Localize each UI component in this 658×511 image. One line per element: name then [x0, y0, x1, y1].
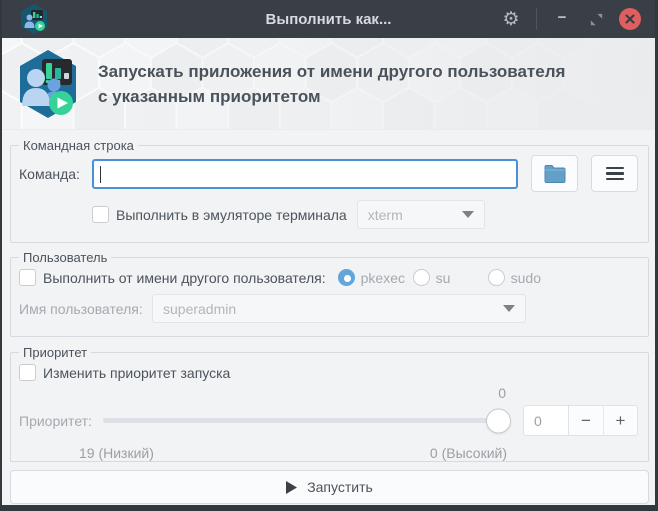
- maximize-icon: [590, 13, 602, 25]
- app-icon-large: [20, 50, 76, 118]
- terminal-emulator-select[interactable]: xterm: [356, 200, 485, 229]
- username-value: superadmin: [163, 300, 237, 317]
- titlebar: Выполнить как... ⚙ −: [2, 0, 655, 38]
- command-group-legend: Командная строка: [23, 138, 134, 153]
- priority-slider[interactable]: 0: [103, 385, 511, 436]
- priority-high-label: 0 (Высокий): [429, 445, 507, 461]
- maximize-button[interactable]: [583, 6, 609, 32]
- window-controls: ⚙ −: [498, 6, 655, 32]
- browse-file-button[interactable]: [531, 155, 578, 192]
- spin-decrement-button[interactable]: −: [569, 406, 603, 435]
- minimize-icon: −: [557, 8, 567, 26]
- run-as-checkbox[interactable]: [19, 269, 36, 286]
- priority-spin-value[interactable]: 0: [523, 405, 569, 436]
- command-label: Команда:: [19, 165, 80, 182]
- spin-increment-button[interactable]: +: [603, 406, 637, 435]
- radio-su-circle: [412, 269, 430, 286]
- dialog-content: Командная строка Команда: Выполнить в эм…: [2, 138, 655, 504]
- radio-pkexec[interactable]: pkexec: [337, 269, 413, 286]
- dialog-description-line2: с указанным приоритетом: [98, 87, 321, 106]
- play-icon: [286, 480, 298, 494]
- change-priority-checkbox[interactable]: [19, 364, 36, 381]
- close-button[interactable]: [617, 6, 643, 32]
- titlebar-separator: [536, 8, 537, 30]
- run-button[interactable]: Запустить: [10, 470, 649, 504]
- hamburger-icon: [605, 166, 624, 181]
- close-icon: [619, 8, 641, 30]
- auth-method-radio-group: pkexec su sudo: [337, 269, 563, 286]
- dialog-description: Запускать приложения от имени другого по…: [98, 59, 565, 110]
- dialog-description-line1: Запускать приложения от имени другого по…: [98, 61, 566, 81]
- radio-su[interactable]: su: [412, 269, 488, 286]
- priority-low-label: 19 (Низкий): [79, 445, 154, 461]
- priority-range-labels: 19 (Низкий) 0 (Высокий): [19, 445, 638, 461]
- user-group-legend: Пользователь: [23, 250, 108, 265]
- menu-button[interactable]: [591, 155, 638, 192]
- slider-track[interactable]: [103, 418, 510, 423]
- radio-sudo[interactable]: sudo: [487, 269, 563, 286]
- username-label: Имя пользователя:: [19, 300, 143, 317]
- priority-label: Приоритет:: [19, 412, 92, 429]
- header-banner: Запускать приложения от имени другого по…: [2, 38, 655, 130]
- run-as-dialog: Выполнить как... ⚙ − Запускать приложени…: [0, 0, 658, 511]
- settings-button[interactable]: ⚙: [498, 6, 524, 32]
- terminal-emulator-value: xterm: [367, 206, 403, 223]
- priority-group-legend: Приоритет: [23, 345, 88, 360]
- radio-sudo-circle: [487, 269, 505, 286]
- user-group: Пользователь Выполнить от имени другого …: [10, 250, 649, 337]
- command-group: Командная строка Команда: Выполнить в эм…: [10, 138, 649, 243]
- priority-group: Приоритет Изменить приоритет запуска При…: [10, 345, 649, 462]
- username-select[interactable]: superadmin: [152, 294, 526, 323]
- radio-sudo-label: sudo: [510, 269, 541, 286]
- slider-value-label: 0: [498, 384, 506, 401]
- priority-spinbox: 0 − +: [523, 405, 638, 436]
- radio-pkexec-circle: [337, 269, 355, 286]
- radio-pkexec-label: pkexec: [360, 269, 405, 286]
- folder-icon: [544, 164, 565, 183]
- run-button-label: Запустить: [307, 479, 373, 495]
- chevron-down-icon: [503, 305, 515, 312]
- slider-handle[interactable]: [486, 408, 511, 433]
- text-caret: [100, 165, 101, 183]
- radio-su-label: su: [435, 269, 451, 286]
- command-input[interactable]: [92, 158, 518, 189]
- terminal-checkbox-label: Выполнить в эмуляторе терминала: [116, 206, 347, 223]
- chevron-down-icon: [461, 211, 474, 218]
- change-priority-checkbox-label: Изменить приоритет запуска: [43, 364, 231, 381]
- minimize-button[interactable]: −: [549, 6, 575, 32]
- gear-icon: ⚙: [502, 8, 520, 30]
- run-as-checkbox-label: Выполнить от имени другого пользователя:: [43, 269, 326, 286]
- terminal-checkbox[interactable]: [92, 206, 109, 223]
- app-icon-small: [21, 4, 47, 34]
